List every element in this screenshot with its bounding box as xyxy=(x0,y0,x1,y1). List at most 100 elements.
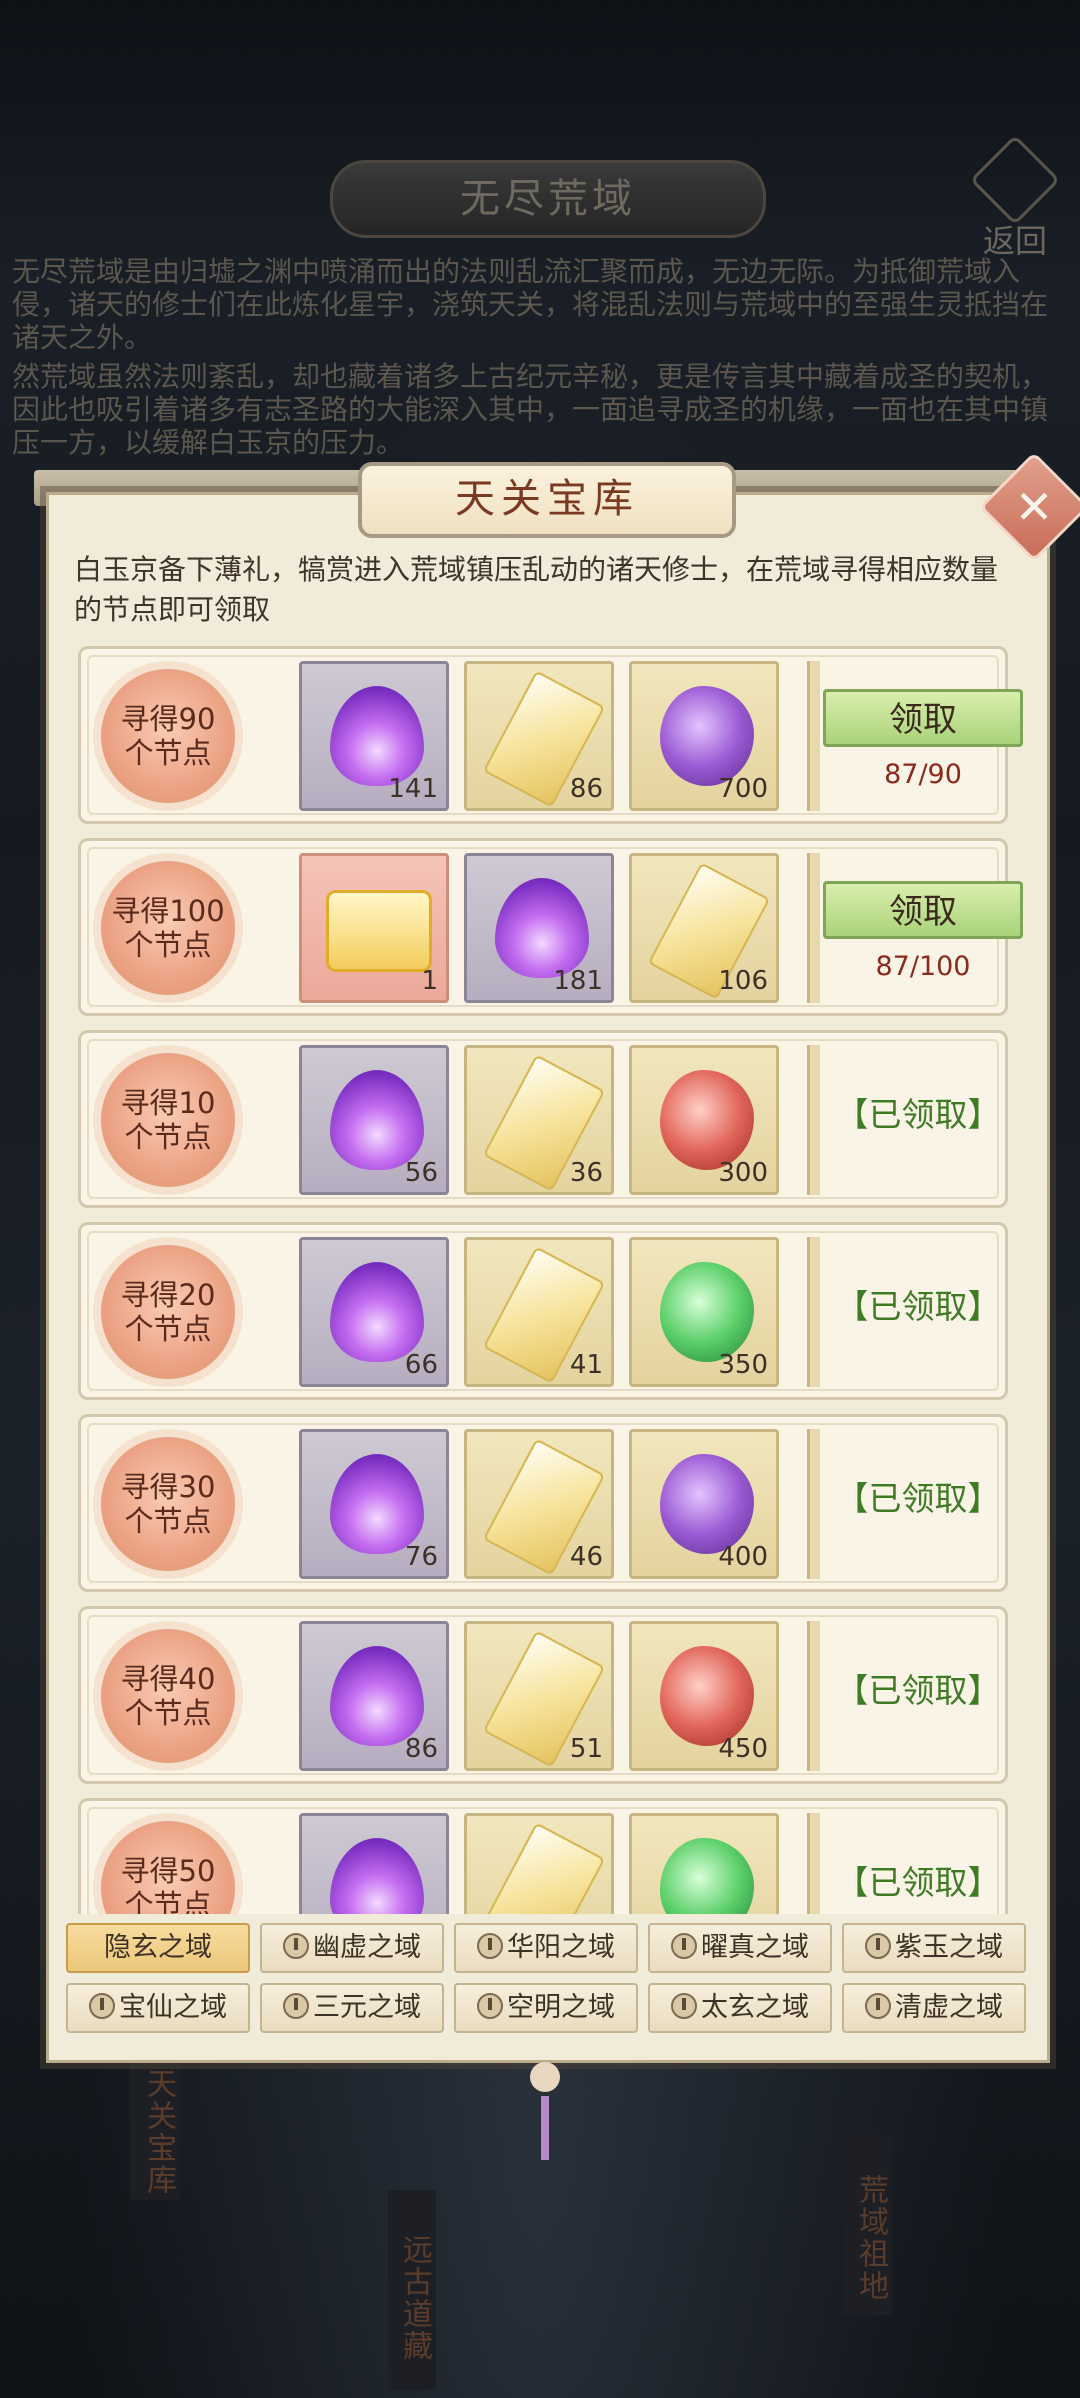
requirement-text: 寻得30个节点 xyxy=(120,1470,216,1538)
item-quantity: 86 xyxy=(404,1734,438,1764)
reward-item[interactable]: 350 xyxy=(629,1237,779,1387)
purple-stone-icon xyxy=(660,1454,754,1554)
tab-region[interactable]: 曜真之域 xyxy=(648,1923,832,1973)
gold-crystal-icon xyxy=(482,1822,606,1914)
reward-item[interactable]: 66 xyxy=(299,1237,449,1387)
tab-label: 三元之域 xyxy=(313,1992,421,2023)
intro-text: 无尽荒域是由归墟之渊中喷涌而出的法则乱流汇聚而成，无边无际。为抵御荒域入侵，诸天… xyxy=(12,255,1072,465)
item-slot-peek xyxy=(807,1621,820,1771)
reward-item[interactable]: 76 xyxy=(299,1429,449,1579)
reward-item[interactable]: 86 xyxy=(299,1621,449,1771)
red-stone-icon xyxy=(660,1646,754,1746)
claimed-label: 【已领取】 xyxy=(835,1095,1001,1134)
item-quantity: 66 xyxy=(404,1350,438,1380)
reward-row: 寻得100个节点 1 181 106 领取 87/100 xyxy=(78,838,1023,1016)
reward-row: 寻得50个节点 【已领取】 xyxy=(78,1798,1008,1914)
item-quantity: 36 xyxy=(569,1158,603,1188)
tab-region[interactable]: 空明之域 xyxy=(454,1983,638,2033)
back-button[interactable]: 返回 xyxy=(969,134,1061,260)
back-arrow-icon xyxy=(969,134,1061,226)
requirement-badge: 寻得40个节点 xyxy=(101,1629,235,1763)
reward-item[interactable]: 300 xyxy=(629,1045,779,1195)
bg-label-ancestral[interactable]: 荒域祖地 xyxy=(848,2174,892,2302)
red-stone-icon xyxy=(660,1070,754,1170)
claimed-label: 【已领取】 xyxy=(835,1671,1001,1710)
lock-icon xyxy=(671,1933,697,1959)
reward-item[interactable]: 400 xyxy=(629,1429,779,1579)
area-title: 无尽荒域 xyxy=(330,160,766,238)
tab-region[interactable]: 三元之域 xyxy=(260,1983,444,2033)
reward-item[interactable]: 56 xyxy=(299,1045,449,1195)
item-slot-peek xyxy=(807,1045,820,1195)
purple-flame-icon xyxy=(330,1838,424,1914)
tassel-icon xyxy=(541,2096,549,2160)
item-slot-peek xyxy=(807,661,820,811)
requirement-text: 寻得50个节点 xyxy=(120,1854,216,1914)
tab-label: 空明之域 xyxy=(507,1992,615,2023)
reward-item[interactable]: 41 xyxy=(464,1237,614,1387)
item-quantity: 41 xyxy=(569,1350,603,1380)
knot-icon xyxy=(530,2062,560,2092)
reward-item[interactable]: 46 xyxy=(464,1429,614,1579)
claim-button[interactable]: 领取 xyxy=(823,689,1023,747)
bg-label-ancient[interactable]: 远古道藏 xyxy=(392,2234,436,2362)
claimed-label: 【已领取】 xyxy=(835,1479,1001,1518)
tab-region[interactable]: 宝仙之域 xyxy=(66,1983,250,2033)
bg-label-treasury[interactable]: 天关宝库 xyxy=(136,2068,180,2196)
requirement-text: 寻得40个节点 xyxy=(120,1662,216,1730)
purple-flame-icon xyxy=(330,1262,424,1362)
item-quantity: 450 xyxy=(718,1734,768,1764)
lock-icon xyxy=(477,1993,503,2019)
lock-icon xyxy=(865,1933,891,1959)
tab-region[interactable]: 隐玄之域 xyxy=(66,1923,250,1973)
tab-region[interactable]: 华阳之域 xyxy=(454,1923,638,1973)
reward-row: 寻得30个节点 76 46 400 【已领取】 xyxy=(78,1414,1008,1592)
progress-text: 87/100 xyxy=(875,951,971,982)
tab-label: 紫玉之域 xyxy=(895,1932,1003,1963)
tab-label: 清虚之域 xyxy=(895,1992,1003,2023)
tab-label: 隐玄之域 xyxy=(104,1932,212,1963)
reward-item[interactable] xyxy=(629,1813,779,1914)
requirement-badge: 寻得20个节点 xyxy=(101,1245,235,1379)
reward-item[interactable]: 36 xyxy=(464,1045,614,1195)
reward-item[interactable]: 450 xyxy=(629,1621,779,1771)
reward-item[interactable]: 51 xyxy=(464,1621,614,1771)
lock-icon xyxy=(89,1993,115,2019)
requirement-text: 寻得100个节点 xyxy=(111,894,225,962)
reward-item[interactable]: 700 xyxy=(629,661,779,811)
intro-paragraph-1: 无尽荒域是由归墟之渊中喷涌而出的法则乱流汇聚而成，无边无际。为抵御荒域入侵，诸天… xyxy=(12,255,1049,354)
progress-text: 87/90 xyxy=(884,759,962,790)
reward-item[interactable]: 106 xyxy=(629,853,779,1003)
tab-label: 幽虚之域 xyxy=(313,1932,421,1963)
purple-flame-icon xyxy=(330,1646,424,1746)
item-quantity: 350 xyxy=(718,1350,768,1380)
reward-item[interactable]: 86 xyxy=(464,661,614,811)
requirement-badge: 寻得90个节点 xyxy=(101,669,235,803)
reward-item[interactable]: 1 xyxy=(299,853,449,1003)
purple-flame-icon xyxy=(330,1070,424,1170)
reward-item[interactable]: 141 xyxy=(299,661,449,811)
requirement-text: 寻得90个节点 xyxy=(120,702,216,770)
tab-region[interactable]: 幽虚之域 xyxy=(260,1923,444,1973)
tab-region[interactable]: 紫玉之域 xyxy=(842,1923,1026,1973)
tab-region[interactable]: 清虚之域 xyxy=(842,1983,1026,2033)
requirement-text: 寻得10个节点 xyxy=(120,1086,216,1154)
green-stone-icon xyxy=(660,1262,754,1362)
item-slot-peek xyxy=(807,1237,820,1387)
item-quantity: 400 xyxy=(718,1542,768,1572)
tab-region[interactable]: 太玄之域 xyxy=(648,1983,832,2033)
reward-item[interactable] xyxy=(299,1813,449,1914)
reward-item[interactable]: 181 xyxy=(464,853,614,1003)
lock-icon xyxy=(671,1993,697,2019)
reward-list[interactable]: 寻得90个节点 141 86 700 领取 87/90 寻得100个节点 1 181 106 领取 8… xyxy=(60,636,1026,1914)
tab-label: 宝仙之域 xyxy=(119,1992,227,2023)
item-quantity: 56 xyxy=(404,1158,438,1188)
claim-button[interactable]: 领取 xyxy=(823,881,1023,939)
item-quantity: 1 xyxy=(421,966,438,996)
reward-item[interactable] xyxy=(464,1813,614,1914)
item-quantity: 46 xyxy=(569,1542,603,1572)
claimed-label: 【已领取】 xyxy=(835,1863,1001,1902)
close-icon: ✕ xyxy=(1014,480,1054,534)
item-slot-peek xyxy=(807,1429,820,1579)
panel-description: 白玉京备下薄礼，犒赏进入荒域镇压乱动的诸天修士，在荒域寻得相应数量的节点即可领取 xyxy=(74,553,999,626)
